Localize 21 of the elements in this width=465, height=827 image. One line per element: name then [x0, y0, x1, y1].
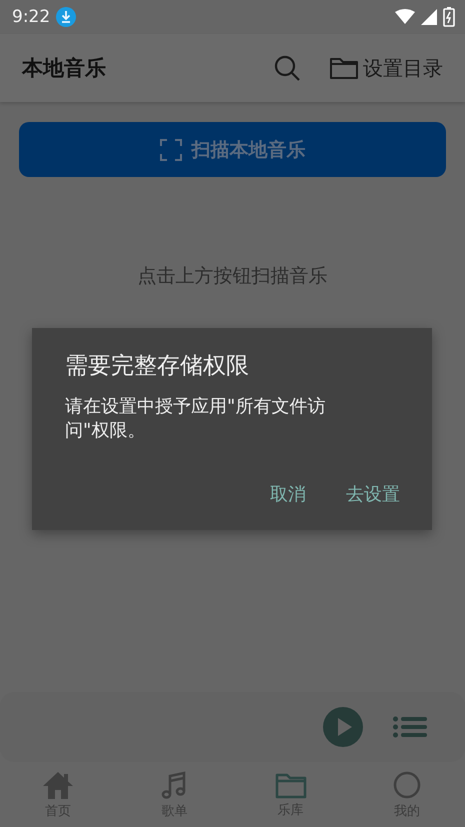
signal-icon — [421, 9, 437, 25]
home-icon — [42, 770, 74, 800]
folder-icon — [329, 56, 359, 80]
status-time: 9:22 — [12, 7, 50, 27]
download-icon — [56, 7, 76, 27]
dialog-title: 需要完整存储权限 — [65, 352, 250, 381]
battery-icon — [443, 7, 455, 27]
user-icon — [392, 770, 422, 800]
dialog-message: 请在设置中授予应用"所有文件访问"权限。 — [65, 395, 326, 443]
dialog-button[interactable]: 取消 — [270, 482, 306, 506]
empty-hint: 点击上方按钮扫描音乐 — [136, 264, 328, 289]
wifi-icon — [395, 9, 415, 25]
scan-icon — [160, 138, 182, 160]
music-note-icon — [160, 770, 188, 800]
play-icon[interactable] — [323, 707, 363, 747]
playlist-icon[interactable] — [393, 716, 427, 738]
page-title: 本地音乐 — [22, 55, 107, 82]
set-directory-button[interactable]: 设置目录 — [329, 54, 443, 82]
search-icon[interactable] — [273, 54, 301, 82]
scan-button[interactable]: 扫描本地音乐 — [19, 122, 446, 177]
dialog-button[interactable]: 去设置 — [346, 482, 400, 506]
